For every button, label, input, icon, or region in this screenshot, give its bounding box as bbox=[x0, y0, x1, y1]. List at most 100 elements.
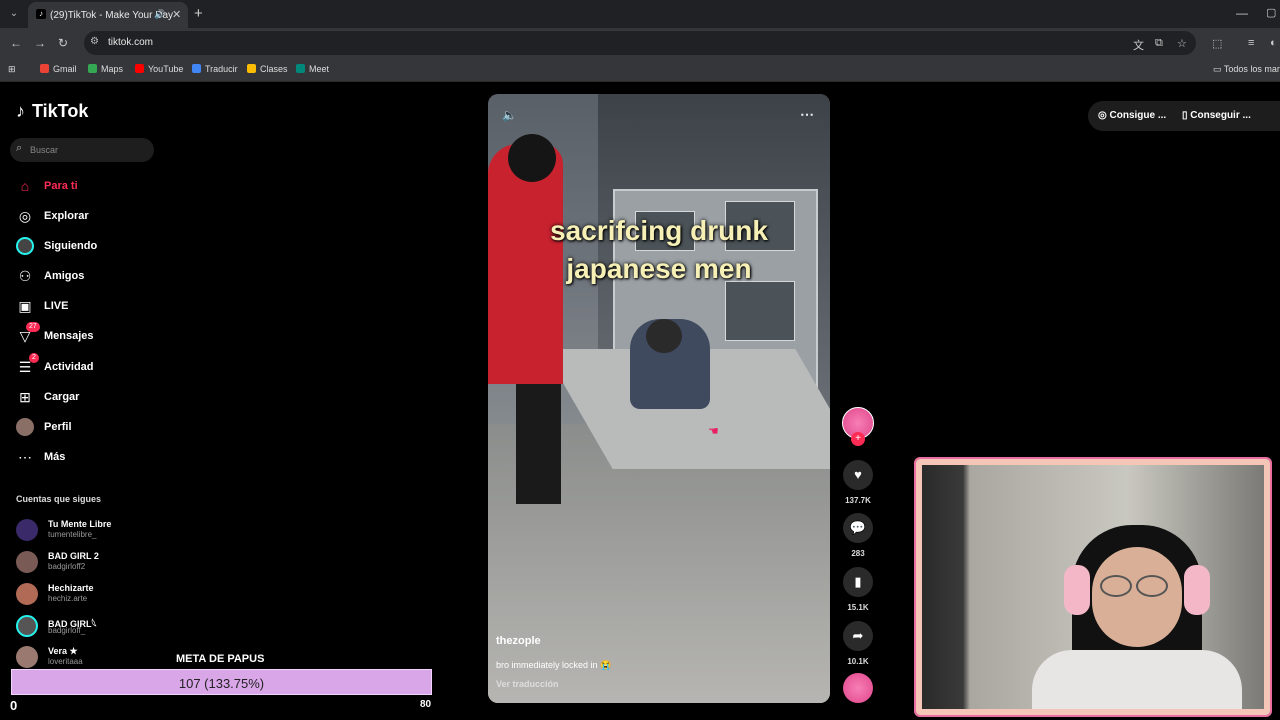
share-action[interactable]: ➦ 10.1K bbox=[841, 621, 875, 666]
back-icon[interactable]: ← bbox=[10, 36, 22, 50]
cursor-icon: ☚ bbox=[708, 424, 719, 438]
video-scene-legs bbox=[516, 379, 561, 504]
webcam-glasses bbox=[1100, 575, 1176, 597]
profile-icon[interactable]: ◐ bbox=[1270, 37, 1277, 49]
save-count: 15.1K bbox=[847, 603, 869, 612]
forward-icon[interactable]: → bbox=[34, 36, 46, 50]
webcam-overlay bbox=[916, 459, 1270, 715]
following-item[interactable]: Vera ★ loveritaaa bbox=[16, 644, 156, 670]
get-app-button[interactable]: ▯ Conseguir ... bbox=[1182, 110, 1251, 121]
nav-siguiendo[interactable]: Siguiendo bbox=[16, 235, 156, 257]
activity-badge: 2 bbox=[29, 353, 39, 363]
new-tab-icon[interactable]: + bbox=[194, 5, 203, 22]
comment-action[interactable]: 💬 283 bbox=[841, 513, 875, 558]
video-player[interactable]: sacrifcing drunk japanese men 🔈 ⋯ ☚ thez… bbox=[488, 94, 830, 703]
maximize-icon[interactable]: ▢ bbox=[1266, 6, 1276, 19]
bookmark-traducir[interactable]: Traducir bbox=[192, 64, 238, 74]
nav-amigos[interactable]: ⚇ Amigos bbox=[16, 265, 156, 287]
nav-mas[interactable]: ⋯ Más bbox=[16, 446, 156, 468]
tab-search-icon[interactable]: ⌄ bbox=[6, 6, 22, 22]
music-disc-avatar[interactable] bbox=[843, 673, 873, 703]
search-icon: ⌕ bbox=[16, 142, 23, 154]
translate-icon[interactable]: 文 bbox=[1133, 37, 1144, 53]
following-item[interactable]: Hechizarte hechiz.arte bbox=[16, 581, 156, 607]
bookmark-star-icon[interactable]: ☆ bbox=[1177, 37, 1187, 50]
video-author[interactable]: thezople bbox=[496, 635, 541, 647]
volume-icon[interactable]: 🔈 bbox=[502, 108, 517, 122]
like-count: 137.7K bbox=[845, 496, 871, 505]
share-count: 10.1K bbox=[847, 657, 869, 666]
bookmark-youtube[interactable]: YouTube bbox=[135, 64, 183, 74]
following-item[interactable]: BAD GIRL 2 badgirloff2 bbox=[16, 549, 156, 575]
following-item[interactable]: Tu Mente Libre tumentelibre_ bbox=[16, 517, 156, 543]
search-placeholder: Buscar bbox=[30, 145, 59, 155]
profile-avatar-icon bbox=[16, 418, 34, 436]
nav-explorar[interactable]: ◎ Explorar bbox=[16, 205, 156, 227]
bookmark-meet[interactable]: Meet bbox=[296, 64, 329, 74]
speaker-icon[interactable]: 🔊 bbox=[154, 9, 165, 20]
minimize-icon[interactable]: — bbox=[1236, 6, 1248, 20]
omnibox[interactable]: ⚙ tiktok.com bbox=[84, 31, 1196, 55]
following-item[interactable]: BAD GIRL𓆩 badgirloff_ bbox=[16, 613, 156, 639]
friends-icon: ⚇ bbox=[18, 268, 32, 284]
live-icon: ▣ bbox=[18, 298, 32, 314]
compass-icon: ◎ bbox=[18, 208, 32, 224]
nav-perfil[interactable]: Perfil bbox=[16, 416, 156, 438]
nav-live[interactable]: ▣ LIVE bbox=[16, 295, 156, 317]
webcam-headphone-right bbox=[1184, 565, 1210, 615]
install-icon[interactable]: ⧉ bbox=[1155, 37, 1163, 50]
bookmark-clases[interactable]: Clases bbox=[247, 64, 288, 74]
browser-tabstrip: ⌄ ♪ (29)TikTok - Make Your Day 🔊 ✕ + — ▢ bbox=[0, 0, 1280, 28]
nav-cargar[interactable]: ⊞ Cargar bbox=[16, 386, 156, 408]
upload-icon: ⊞ bbox=[19, 389, 31, 405]
get-coins-button[interactable]: ◎ Consigue ... bbox=[1098, 110, 1166, 121]
maps-icon bbox=[88, 64, 97, 73]
tiktok-favicon-icon: ♪ bbox=[36, 9, 46, 19]
goal-progress-bar: 107 (133.75%) bbox=[11, 669, 432, 695]
classroom-icon bbox=[247, 64, 256, 73]
search-input[interactable]: ⌕ Buscar bbox=[10, 138, 154, 162]
goal-title: META DE PAPUS bbox=[176, 653, 265, 665]
heart-icon[interactable]: ♥ bbox=[843, 460, 873, 490]
close-tab-icon[interactable]: ✕ bbox=[172, 8, 181, 21]
follow-plus-icon[interactable]: + bbox=[851, 432, 865, 446]
avatar bbox=[16, 646, 38, 668]
youtube-icon bbox=[135, 64, 144, 73]
more-options-icon[interactable]: ⋯ bbox=[800, 106, 814, 123]
browser-tab[interactable]: ♪ (29)TikTok - Make Your Day 🔊 ✕ bbox=[28, 2, 188, 28]
avatar bbox=[16, 551, 38, 573]
webcam-person-body bbox=[1032, 650, 1242, 709]
apps-grid-icon[interactable]: ⊞ bbox=[8, 64, 16, 75]
bookmark-maps[interactable]: Maps bbox=[88, 64, 123, 74]
video-scene-head bbox=[646, 319, 682, 353]
tiktok-note-icon: ♪ bbox=[16, 101, 25, 121]
address-toolbar: ← → ↻ ⚙ tiktok.com 文 ⧉ ☆ ⬚ ≡ ◐ bbox=[0, 28, 1280, 58]
nav-para-ti[interactable]: ⌂ Para ti bbox=[16, 175, 156, 197]
site-info-icon[interactable]: ⚙ bbox=[90, 36, 99, 47]
translate-bookmark-icon bbox=[192, 64, 201, 73]
share-icon[interactable]: ➦ bbox=[843, 621, 873, 651]
comment-icon[interactable]: 💬 bbox=[843, 513, 873, 543]
bookmark-gmail[interactable]: Gmail bbox=[40, 64, 77, 74]
meet-icon bbox=[296, 64, 305, 73]
bookmarks-bar: ⊞ Gmail Maps YouTube Traducir Clases Mee… bbox=[0, 58, 1280, 82]
home-icon: ⌂ bbox=[20, 178, 30, 194]
save-action[interactable]: ▮ 15.1K bbox=[841, 567, 875, 612]
avatar bbox=[16, 615, 38, 637]
gmail-icon bbox=[40, 64, 49, 73]
avatar bbox=[16, 519, 38, 541]
bookmark-icon[interactable]: ▮ bbox=[843, 567, 873, 597]
get-app-pills: ◎ Consigue ... ▯ Conseguir ... bbox=[1088, 101, 1280, 131]
messages-badge: 27 bbox=[26, 322, 40, 332]
goal-min: 0 bbox=[10, 698, 18, 713]
translate-link[interactable]: Ver traducción bbox=[496, 679, 559, 689]
extensions-icon[interactable]: ⬚ bbox=[1212, 37, 1222, 50]
reload-icon[interactable]: ↻ bbox=[58, 36, 68, 50]
all-bookmarks[interactable]: ▭ Todos los mar bbox=[1213, 64, 1280, 75]
nav-actividad[interactable]: ☰ 2 Actividad bbox=[16, 353, 156, 378]
reading-list-icon[interactable]: ≡ bbox=[1248, 37, 1254, 49]
url-text[interactable]: tiktok.com bbox=[108, 37, 153, 48]
tiktok-logo[interactable]: ♪ TikTok bbox=[16, 101, 88, 122]
nav-mensajes[interactable]: ▽ 27 Mensajes bbox=[16, 322, 156, 347]
like-action[interactable]: ♥ 137.7K bbox=[841, 460, 875, 505]
